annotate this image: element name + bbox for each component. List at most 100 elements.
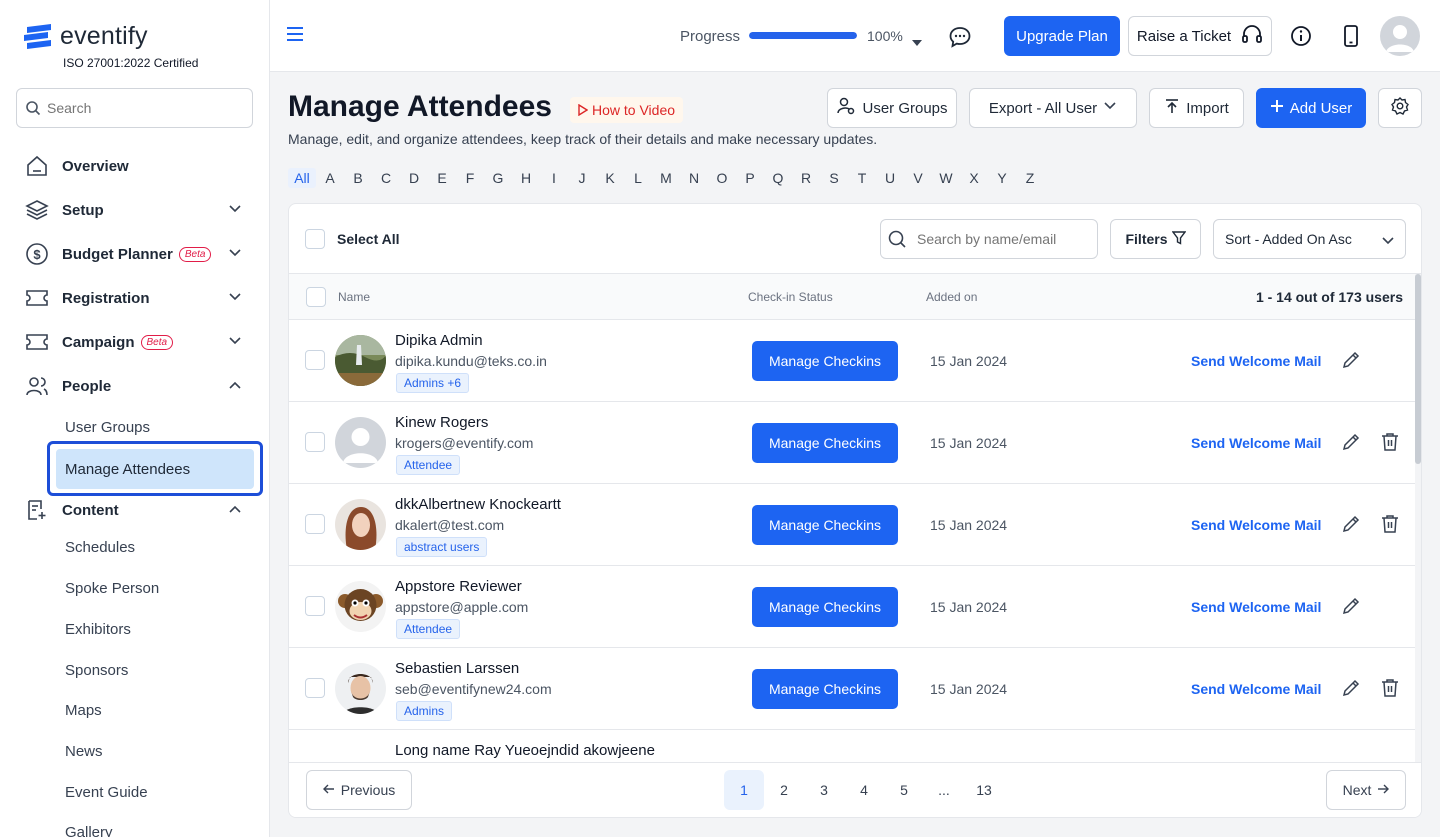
table-row[interactable]: Dipika Admin dipika.kundu@teks.co.in Admin… [289, 320, 1417, 402]
sidebar-search[interactable] [16, 88, 253, 128]
alpha-filter-letter[interactable]: O [708, 168, 736, 188]
edit-icon[interactable] [1341, 596, 1361, 621]
attendee-name[interactable]: dkkAlbertnew Knockeartt [395, 496, 561, 513]
sidebar-subitem-sponsors[interactable]: Sponsors [65, 662, 128, 679]
alpha-filter-letter[interactable]: V [904, 168, 932, 188]
sort-dropdown[interactable]: Sort - Added On Asc [1213, 219, 1406, 259]
chevron-up-icon[interactable] [228, 378, 242, 396]
filters-button[interactable]: Filters [1110, 219, 1201, 259]
send-welcome-mail-link[interactable]: Send Welcome Mail [1191, 435, 1321, 451]
page-number[interactable]: 1 [724, 770, 764, 810]
chevron-down-icon[interactable] [228, 202, 242, 220]
settings-button[interactable] [1378, 88, 1422, 128]
send-welcome-mail-link[interactable]: Send Welcome Mail [1191, 681, 1321, 697]
table-row[interactable]: Appstore Reviewer appstore@apple.com Atten… [289, 566, 1417, 648]
trash-icon[interactable] [1381, 678, 1399, 703]
table-row[interactable]: Sebastien Larssen seb@eventifynew24.com Ad… [289, 648, 1417, 730]
sidebar-subitem-news[interactable]: News [65, 743, 103, 760]
alpha-filter-letter[interactable]: T [848, 168, 876, 188]
user-groups-button[interactable]: User Groups [827, 88, 957, 128]
add-user-button[interactable]: Add User [1256, 88, 1366, 128]
alpha-filter-letter[interactable]: E [428, 168, 456, 188]
edit-icon[interactable] [1341, 350, 1361, 375]
page-number[interactable]: 5 [884, 770, 924, 810]
alpha-filter-letter[interactable]: F [456, 168, 484, 188]
alpha-filter-letter[interactable]: M [652, 168, 680, 188]
upgrade-plan-button[interactable]: Upgrade Plan [1004, 16, 1120, 56]
row-checkbox[interactable] [305, 350, 325, 370]
brand-logo[interactable]: eventify [24, 22, 148, 51]
table-row[interactable]: Kinew Rogers krogers@eventify.com Attendee… [289, 402, 1417, 484]
alpha-filter-letter[interactable]: S [820, 168, 848, 188]
chevron-up-icon[interactable] [228, 502, 242, 520]
menu-icon[interactable] [286, 26, 304, 47]
send-welcome-mail-link[interactable]: Send Welcome Mail [1191, 353, 1321, 369]
scrollbar-thumb[interactable] [1415, 274, 1421, 464]
table-scrollbar[interactable] [1415, 274, 1421, 764]
sidebar-subitem-spoke-person[interactable]: Spoke Person [65, 580, 159, 597]
alpha-filter-letter[interactable]: Q [764, 168, 792, 188]
mobile-icon[interactable] [1342, 25, 1360, 52]
attendee-name[interactable]: Sebastien Larssen [395, 660, 519, 677]
sidebar-item-people[interactable]: People [24, 368, 244, 404]
row-checkbox[interactable] [305, 514, 325, 534]
row-checkbox[interactable] [305, 596, 325, 616]
chevron-down-icon[interactable] [228, 334, 242, 352]
attendee-name[interactable]: Kinew Rogers [395, 414, 488, 431]
alpha-filter-letter[interactable]: Z [1016, 168, 1044, 188]
manage-checkins-button[interactable]: Manage Checkins [752, 669, 898, 709]
trash-icon[interactable] [1381, 514, 1399, 539]
alpha-filter-letter[interactable]: B [344, 168, 372, 188]
chat-icon[interactable] [948, 25, 972, 54]
alpha-filter-letter[interactable]: D [400, 168, 428, 188]
manage-checkins-button[interactable]: Manage Checkins [752, 505, 898, 545]
sidebar-search-input[interactable] [47, 100, 247, 116]
alpha-filter-letter[interactable]: W [932, 168, 960, 188]
column-header-name[interactable]: Name [338, 290, 370, 304]
sidebar-item-registration[interactable]: Registration [24, 280, 244, 316]
alpha-filter-letter[interactable]: N [680, 168, 708, 188]
attendee-name[interactable]: Appstore Reviewer [395, 578, 522, 595]
page-number[interactable]: 3 [804, 770, 844, 810]
alpha-filter-letter[interactable]: Y [988, 168, 1016, 188]
how-to-video-link[interactable]: How to Video [570, 97, 684, 123]
row-checkbox[interactable] [305, 432, 325, 452]
manage-checkins-button[interactable]: Manage Checkins [752, 423, 898, 463]
sidebar-subitem-event-guide[interactable]: Event Guide [65, 784, 148, 801]
page-number[interactable]: 4 [844, 770, 884, 810]
attendee-name[interactable]: Long name Ray Yueoejndid akowjeene [395, 742, 655, 759]
attendee-name[interactable]: Dipika Admin [395, 332, 483, 349]
manage-checkins-button[interactable]: Manage Checkins [752, 341, 898, 381]
alpha-filter-letter[interactable]: K [596, 168, 624, 188]
attendee-search[interactable] [880, 219, 1098, 259]
alpha-filter-letter[interactable]: H [512, 168, 540, 188]
alpha-filter-letter[interactable]: R [792, 168, 820, 188]
send-welcome-mail-link[interactable]: Send Welcome Mail [1191, 517, 1321, 533]
select-all-checkbox[interactable] [305, 229, 325, 249]
page-number[interactable]: 2 [764, 770, 804, 810]
next-page-button[interactable]: Next [1326, 770, 1406, 810]
send-welcome-mail-link[interactable]: Send Welcome Mail [1191, 599, 1321, 615]
manage-checkins-button[interactable]: Manage Checkins [752, 587, 898, 627]
attendee-search-input[interactable] [917, 231, 1087, 247]
sidebar-item-budget-planner[interactable]: $ Budget Planner Beta [24, 236, 244, 272]
alpha-filter-letter[interactable]: J [568, 168, 596, 188]
alpha-filter-letter[interactable]: G [484, 168, 512, 188]
header-checkbox[interactable] [306, 287, 326, 307]
alpha-filter-letter[interactable]: X [960, 168, 988, 188]
caret-down-icon[interactable] [912, 33, 922, 51]
user-avatar[interactable] [1380, 16, 1420, 56]
sidebar-subitem-exhibitors[interactable]: Exhibitors [65, 621, 131, 638]
sidebar-item-setup[interactable]: Setup [24, 192, 244, 228]
edit-icon[interactable] [1341, 678, 1361, 703]
edit-icon[interactable] [1341, 432, 1361, 457]
sidebar-subitem-manage-attendees[interactable]: Manage Attendees [47, 441, 263, 496]
export-dropdown[interactable]: Export - All User [969, 88, 1137, 128]
sidebar-subitem-schedules[interactable]: Schedules [65, 539, 135, 556]
previous-page-button[interactable]: Previous [306, 770, 412, 810]
column-header-checkin[interactable]: Check-in Status [748, 290, 833, 304]
alpha-filter-letter[interactable]: U [876, 168, 904, 188]
sidebar-subitem-gallery[interactable]: Gallery [65, 824, 113, 837]
trash-icon[interactable] [1381, 432, 1399, 457]
alpha-filter-letter[interactable]: P [736, 168, 764, 188]
